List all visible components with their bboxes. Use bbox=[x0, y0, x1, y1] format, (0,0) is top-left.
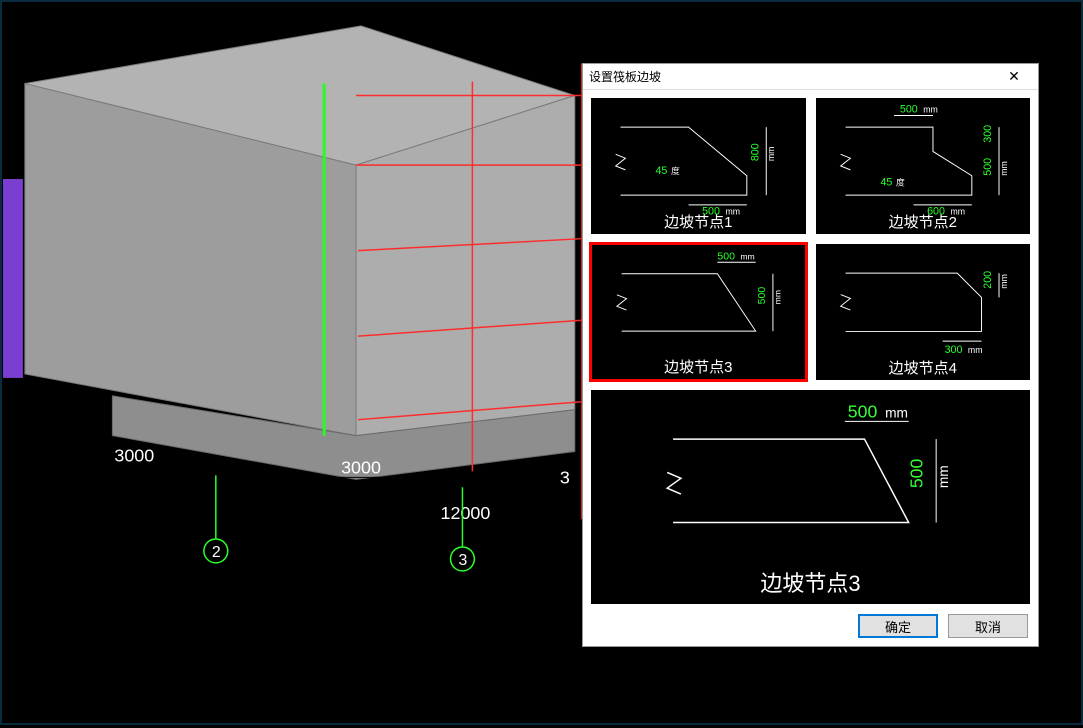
slope-thumb-grid: 45 度 800 mm 500 mm 边坡节点1 500 mm bbox=[583, 90, 1038, 382]
slope-option-3[interactable]: 500 mm 500 mm 边坡节点3 bbox=[589, 242, 808, 382]
slope-option-1-label: 边坡节点1 bbox=[591, 211, 806, 232]
svg-text:500: 500 bbox=[756, 287, 768, 305]
svg-text:500: 500 bbox=[717, 250, 735, 262]
svg-text:度: 度 bbox=[896, 176, 905, 187]
preview-height-unit: mm bbox=[936, 465, 951, 488]
svg-text:300: 300 bbox=[944, 344, 962, 356]
close-icon[interactable]: ✕ bbox=[996, 66, 1032, 88]
svg-text:mm: mm bbox=[766, 147, 776, 162]
preview-label: 边坡节点3 bbox=[591, 566, 1030, 598]
svg-text:500: 500 bbox=[982, 158, 994, 176]
svg-text:500: 500 bbox=[899, 104, 917, 116]
cancel-button[interactable]: 取消 bbox=[948, 614, 1028, 638]
svg-text:45: 45 bbox=[880, 176, 892, 188]
slope-dialog: 设置筏板边坡 ✕ 45 度 800 mm 500 mm 边坡节点1 bbox=[582, 63, 1039, 647]
svg-text:300: 300 bbox=[982, 125, 994, 143]
svg-text:mm: mm bbox=[923, 105, 938, 115]
grid-bubble-2: 2 bbox=[212, 544, 221, 561]
slope-option-4-label: 边坡节点4 bbox=[816, 357, 1031, 378]
dim-total: 12000 bbox=[441, 503, 491, 523]
preview-height: 500 bbox=[906, 459, 926, 489]
slope-option-2-label: 边坡节点2 bbox=[816, 211, 1031, 232]
slope-option-3-label: 边坡节点3 bbox=[592, 356, 805, 377]
svg-text:mm: mm bbox=[740, 251, 754, 261]
dialog-buttons: 确定 取消 bbox=[583, 610, 1038, 646]
preview-width-unit: mm bbox=[885, 405, 908, 420]
svg-text:800: 800 bbox=[749, 143, 761, 161]
svg-text:mm: mm bbox=[998, 274, 1008, 289]
svg-text:mm: mm bbox=[967, 345, 982, 355]
dialog-titlebar[interactable]: 设置筏板边坡 ✕ bbox=[583, 64, 1038, 90]
slope-option-1[interactable]: 45 度 800 mm 500 mm 边坡节点1 bbox=[589, 96, 808, 236]
svg-text:度: 度 bbox=[671, 165, 680, 176]
slope-option-4[interactable]: 200 mm 300 mm 边坡节点4 bbox=[814, 242, 1033, 382]
slope-option-2[interactable]: 500 mm 45 度 300 500 mm 600 mm 边坡节点2 bbox=[814, 96, 1033, 236]
svg-text:200: 200 bbox=[982, 271, 994, 289]
svg-text:mm: mm bbox=[998, 161, 1008, 176]
svg-text:mm: mm bbox=[773, 290, 783, 304]
dialog-title: 设置筏板边坡 bbox=[589, 68, 996, 85]
ok-button[interactable]: 确定 bbox=[858, 614, 938, 638]
dim-right-cut: 3 bbox=[560, 467, 570, 487]
grid-bubble-3: 3 bbox=[458, 552, 467, 569]
dim-right: 3000 bbox=[341, 457, 381, 477]
preview-width: 500 bbox=[848, 401, 878, 421]
svg-text:45: 45 bbox=[656, 165, 668, 177]
dim-left: 3000 bbox=[114, 445, 154, 465]
slope-preview: 500 mm 500 mm 边坡节点3 bbox=[589, 388, 1032, 606]
